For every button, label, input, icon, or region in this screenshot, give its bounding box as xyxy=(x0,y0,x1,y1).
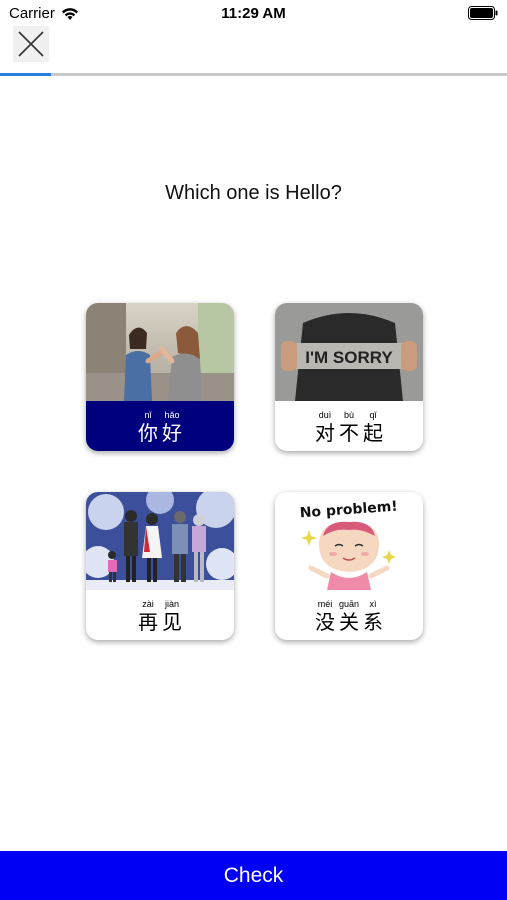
pinyin: méi xyxy=(317,599,333,609)
option-label: zài 再 jiàn 见 xyxy=(86,590,234,640)
option-card-nihao[interactable]: nǐ 你 hǎo 好 xyxy=(86,303,234,451)
option-card-meiguanxi[interactable]: No problem! méi 没 guān 关 xì 系 xyxy=(275,492,423,640)
hanzi: 你 xyxy=(138,421,158,445)
status-bar: Carrier 11:29 AM xyxy=(0,0,507,28)
option-card-zaijian[interactable]: zài 再 jiàn 见 xyxy=(86,492,234,640)
sign-text: I'M SORRY xyxy=(305,348,393,367)
syllable: xì 系 xyxy=(361,599,385,634)
no-problem-cartoon: No problem! xyxy=(275,492,423,590)
option-label: méi 没 guān 关 xì 系 xyxy=(275,590,423,640)
syllable: guān 关 xyxy=(337,599,361,634)
option-label: nǐ 你 hǎo 好 xyxy=(86,401,234,451)
pinyin: nǐ xyxy=(144,410,152,420)
im-sorry-sign-photo: I'M SORRY xyxy=(275,303,423,401)
lesson-progress-fill xyxy=(0,73,51,76)
syllable: zài 再 xyxy=(136,599,160,634)
hanzi: 见 xyxy=(162,610,182,634)
hanzi: 不 xyxy=(339,421,359,445)
syllable: méi 没 xyxy=(313,599,337,634)
pinyin: bù xyxy=(343,410,354,420)
hanzi: 关 xyxy=(339,610,359,634)
hanzi: 起 xyxy=(363,421,383,445)
hanzi: 再 xyxy=(138,610,158,634)
hanzi: 系 xyxy=(363,610,383,634)
status-time: 11:29 AM xyxy=(221,5,286,22)
pinyin: zài xyxy=(142,599,154,609)
option-card-duibuqi[interactable]: I'M SORRY duì 对 bù 不 qǐ 起 xyxy=(275,303,423,451)
battery-icon xyxy=(468,6,498,20)
close-button[interactable] xyxy=(13,26,49,62)
syllable: jiàn 见 xyxy=(160,599,184,634)
pinyin: hǎo xyxy=(164,410,180,420)
syllable: hǎo 好 xyxy=(160,410,184,445)
pinyin: qǐ xyxy=(369,410,377,420)
syllable: qǐ 起 xyxy=(361,410,385,445)
lesson-progress-bar xyxy=(0,73,507,76)
hanzi: 没 xyxy=(315,610,335,634)
hanzi: 好 xyxy=(162,421,182,445)
syllable: nǐ 你 xyxy=(136,410,160,445)
two-women-greeting-photo xyxy=(86,303,234,401)
pinyin: jiàn xyxy=(164,599,179,609)
syllable: bù 不 xyxy=(337,410,361,445)
pinyin: xì xyxy=(369,599,377,609)
pinyin: duì xyxy=(318,410,332,420)
close-icon xyxy=(18,31,44,57)
syllable: duì 对 xyxy=(313,410,337,445)
pinyin: guān xyxy=(338,599,360,609)
question-prompt: Which one is Hello? xyxy=(165,182,342,204)
hanzi: 对 xyxy=(315,421,335,445)
family-waving-illustration xyxy=(86,492,234,590)
option-label: duì 对 bù 不 qǐ 起 xyxy=(275,401,423,451)
check-button[interactable]: Check xyxy=(0,851,507,900)
